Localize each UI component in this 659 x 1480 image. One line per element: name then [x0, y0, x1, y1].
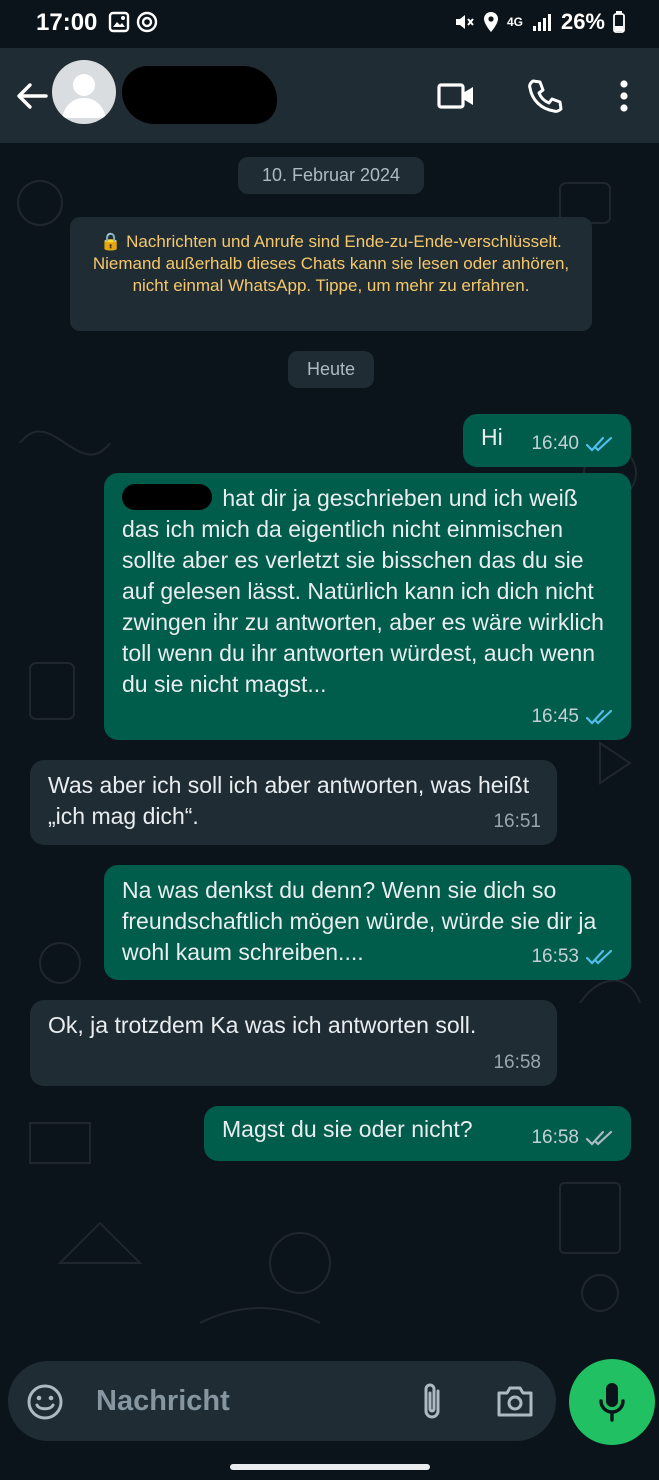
message-meta: 16:40 [531, 428, 615, 459]
message-time: 16:45 [531, 706, 579, 727]
message-input[interactable]: Nachricht [8, 1361, 556, 1441]
status-bar: 17:00 4G 26% [0, 0, 659, 48]
message-text: Ok, ja trotzdem Ka was ich antworten sol… [48, 1012, 477, 1038]
message-text: Hi [481, 424, 503, 450]
message-outgoing[interactable]: Na was denkst du denn? Wenn sie dich so … [104, 865, 631, 980]
status-time: 17:00 [36, 9, 98, 36]
today-divider: Heute [288, 351, 374, 388]
redacted-name [122, 484, 212, 510]
message-incoming[interactable]: Was aber ich soll ich aber antworten, wa… [30, 760, 557, 845]
read-receipt-icon [585, 949, 613, 965]
voice-call-icon[interactable] [524, 76, 564, 116]
message-text: Magst du sie oder nicht? [222, 1116, 473, 1142]
message-text: hat dir ja geschrieben und ich weiß das … [122, 485, 604, 697]
contact-name-redacted[interactable] [122, 66, 277, 124]
battery-percent: 26% [560, 9, 605, 34]
battery-icon [613, 11, 625, 33]
message-outgoing[interactable]: Magst du sie oder nicht? 16:58 [204, 1106, 631, 1161]
microphone-icon [599, 1383, 625, 1422]
message-meta: 16:45 [531, 701, 615, 732]
gallery-notification-icon [108, 11, 130, 33]
read-receipt-icon [585, 709, 613, 725]
gesture-nav-handle[interactable] [230, 1464, 430, 1470]
signal-icon [532, 14, 551, 31]
emoji-icon[interactable] [26, 1383, 64, 1421]
video-call-icon[interactable] [436, 76, 476, 116]
delivered-receipt-icon [585, 1130, 613, 1146]
attach-icon[interactable] [418, 1381, 448, 1423]
message-time: 16:40 [531, 433, 579, 454]
message-placeholder: Nachricht [96, 1385, 230, 1417]
composer-bar: Nachricht [0, 1357, 659, 1480]
message-meta: 16:51 [493, 806, 541, 837]
chat-header [0, 48, 659, 143]
message-outgoing[interactable]: hat dir ja geschrieben und ich weiß das … [104, 473, 631, 740]
default-avatar-icon [62, 74, 106, 118]
message-meta: 16:53 [531, 941, 615, 972]
read-receipt-icon [585, 436, 613, 452]
status-right-icons: 4G 26% [453, 9, 625, 35]
message-meta: 16:58 [531, 1122, 615, 1153]
message-time: 16:58 [531, 1127, 579, 1148]
location-icon [483, 12, 498, 32]
message-text: Na was denkst du denn? Wenn sie dich so … [122, 877, 597, 965]
message-time: 16:51 [493, 811, 541, 832]
chat-area[interactable]: 10. Februar 2024 🔒 Nachrichten und Anruf… [0, 143, 659, 1357]
message-time: 16:53 [531, 946, 579, 967]
message-text: Was aber ich soll ich aber antworten, wa… [48, 772, 530, 829]
voice-message-button[interactable] [569, 1359, 655, 1445]
message-meta: 16:58 [493, 1047, 541, 1078]
camera-icon[interactable] [495, 1383, 535, 1421]
mute-icon [455, 15, 474, 29]
more-options-icon[interactable] [604, 76, 644, 116]
back-arrow-icon[interactable] [12, 76, 52, 116]
message-time: 16:58 [493, 1052, 541, 1073]
network-type: 4G [506, 15, 523, 29]
date-divider: 10. Februar 2024 [238, 157, 424, 194]
threads-notification-icon [136, 11, 158, 33]
message-outgoing[interactable]: Hi 16:40 [463, 414, 631, 467]
status-left-icons [108, 11, 158, 33]
encryption-notice[interactable]: 🔒 Nachrichten und Anrufe sind Ende-zu-En… [70, 217, 592, 331]
contact-avatar[interactable] [52, 60, 116, 124]
message-incoming[interactable]: Ok, ja trotzdem Ka was ich antworten sol… [30, 1000, 557, 1086]
